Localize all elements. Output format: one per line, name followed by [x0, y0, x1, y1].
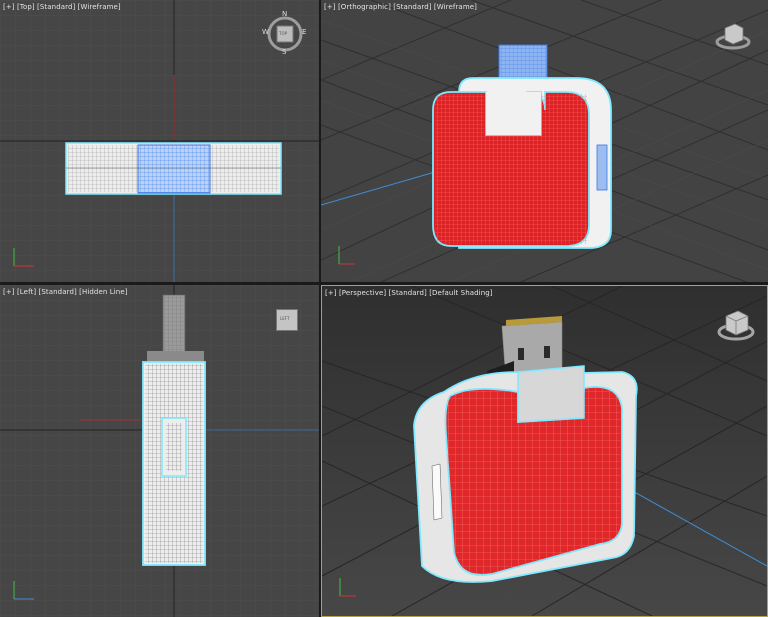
compass-north: N [282, 10, 288, 18]
viewport-ortho-scene[interactable] [321, 0, 768, 282]
usb-model-top[interactable] [65, 142, 282, 195]
viewport-perspective[interactable]: [+] [Perspective] [Standard] [Default Sh… [321, 285, 768, 617]
viewport-left-label[interactable]: [+] [Left] [Standard] [Hidden Line] [3, 288, 128, 296]
viewcube-left[interactable]: LEFT [276, 309, 298, 331]
viewcube-ortho[interactable] [711, 18, 755, 54]
viewport-ortho-label[interactable]: [+] [Orthographic] [Standard] [Wireframe… [324, 3, 477, 11]
viewport-left-scene[interactable] [0, 285, 319, 617]
viewport-top-label[interactable]: [+] [Top] [Standard] [Wireframe] [3, 3, 121, 11]
compass-east: E [302, 28, 307, 36]
viewcube-left-face: LEFT [280, 316, 290, 321]
axis-tripod-ortho [338, 246, 355, 265]
viewcube-face: TOP [279, 31, 288, 36]
viewcube-compass[interactable]: N S W E TOP [262, 10, 307, 57]
viewport-top[interactable]: N S W E TOP [+] [Top] [Standard] [Wirefr… [0, 0, 319, 282]
viewport-persp-label[interactable]: [+] [Perspective] [Standard] [Default Sh… [325, 289, 493, 297]
viewcube-persp[interactable] [714, 304, 758, 344]
compass-west: W [262, 28, 269, 36]
usb-body-ortho[interactable] [432, 77, 612, 249]
divider-horizontal[interactable] [0, 282, 768, 285]
compass-south: S [282, 48, 287, 56]
viewport-orthographic[interactable]: [+] [Orthographic] [Standard] [Wireframe… [321, 0, 768, 282]
viewport-left[interactable]: LEFT [+] [Left] [Standard] [Hidden Line] [0, 285, 319, 617]
viewport-persp-scene[interactable] [322, 286, 767, 616]
usb-body-persp[interactable] [413, 365, 638, 583]
divider-vertical[interactable] [319, 0, 321, 617]
